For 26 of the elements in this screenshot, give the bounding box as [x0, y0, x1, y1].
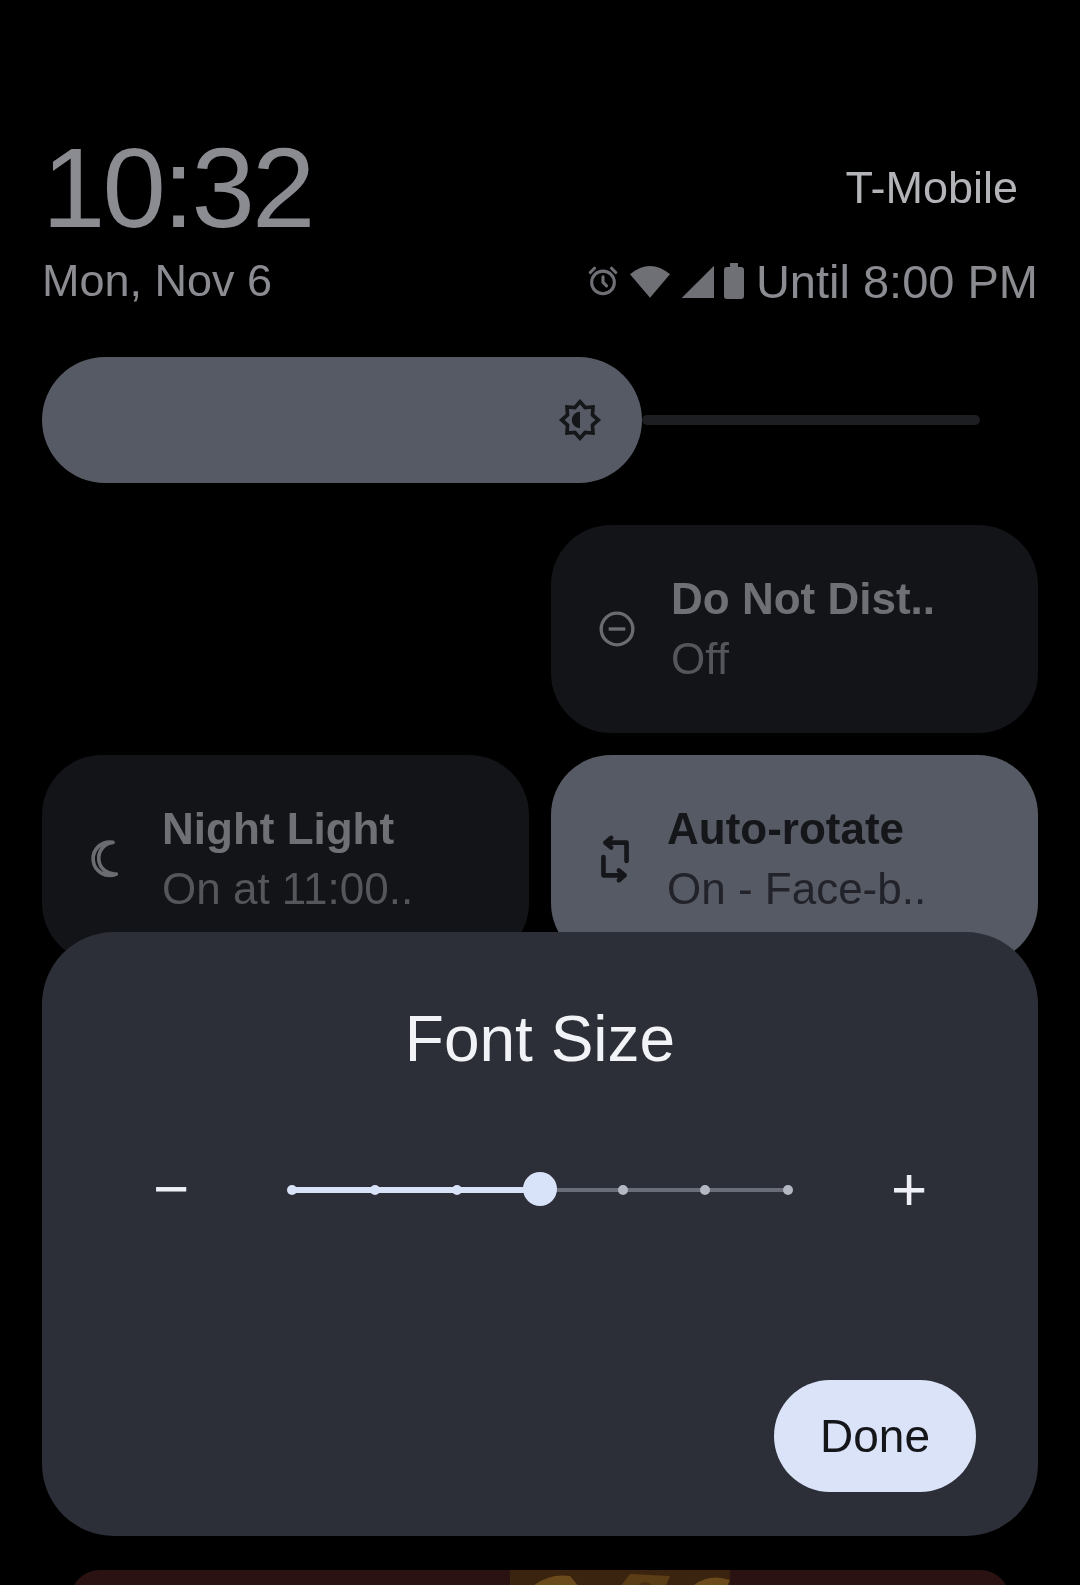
tile-title: Auto-rotate [667, 803, 906, 854]
done-button[interactable]: Done [774, 1380, 976, 1492]
battery-icon [723, 263, 744, 300]
battery-status-text: Until 8:00 PM [755, 253, 1038, 309]
tick-mark [783, 1185, 793, 1195]
tile-status: On at 11:00.. [162, 863, 414, 914]
brightness-icon [558, 397, 603, 442]
increase-button[interactable]: + [854, 1158, 964, 1220]
tile-status: On - Face-b.. [667, 863, 927, 914]
tile-title: Do Not Dist.. [671, 573, 935, 624]
font-size-slider[interactable] [286, 1172, 794, 1206]
tick-mark [287, 1185, 297, 1195]
tick-mark [700, 1185, 711, 1195]
date-text: Mon, Nov 6 [42, 255, 273, 308]
tile-title: Night Light [162, 803, 396, 854]
brightness-slider[interactable] [42, 356, 980, 483]
slider-thumb[interactable] [523, 1172, 557, 1206]
carrier-name: T-Mobile [845, 162, 1018, 214]
dialog-title: Font Size [404, 1002, 676, 1076]
quick-settings-tile[interactable]: Do Not Dist.. Off [551, 524, 1038, 733]
wifi-icon [629, 264, 670, 299]
clock-time: 10:32 [42, 128, 313, 248]
tile-status: Off [671, 633, 730, 684]
tick-mark [617, 1185, 628, 1195]
decrease-button[interactable]: − [116, 1158, 226, 1220]
signal-icon [679, 264, 714, 299]
